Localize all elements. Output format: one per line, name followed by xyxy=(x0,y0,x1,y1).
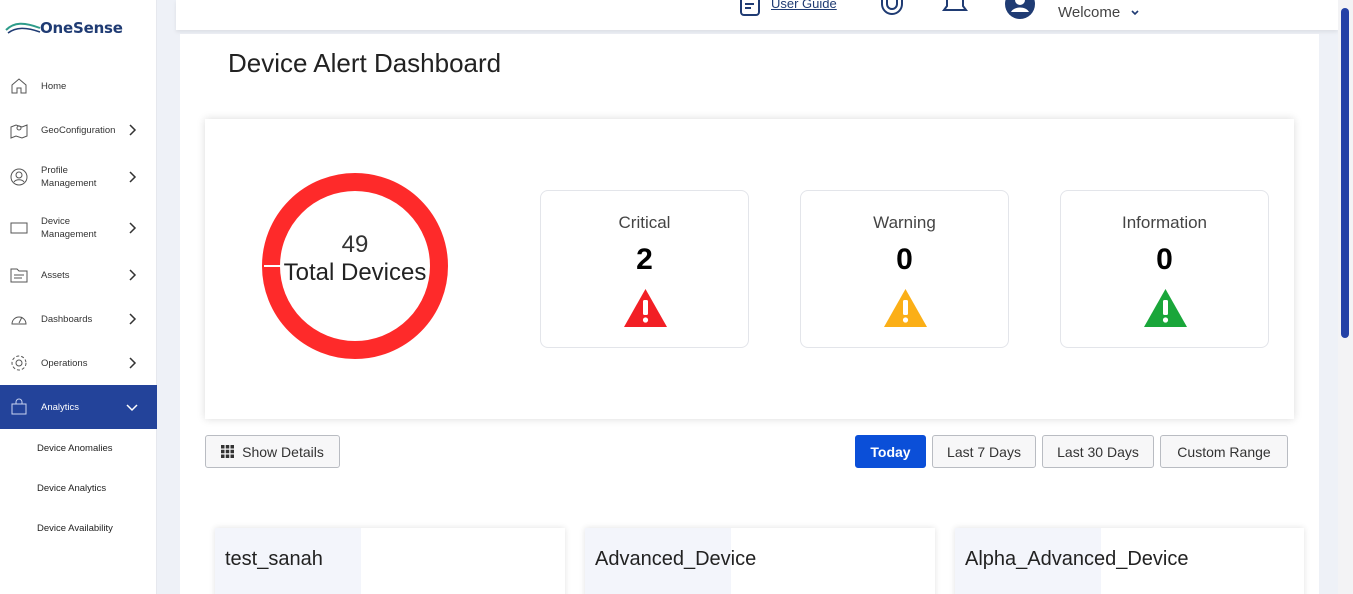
card-title: Critical xyxy=(618,213,671,232)
range-custom-button[interactable]: Custom Range xyxy=(1160,435,1288,468)
total-devices-label: Total Devices xyxy=(283,259,427,286)
sidebar-item-device-management[interactable]: Device Management xyxy=(0,206,157,250)
device-name: test_sanah xyxy=(225,548,323,570)
sidebar-subitem-device-anomalies[interactable]: Device Anomalies xyxy=(37,443,113,454)
sidebar-item-profile-management[interactable]: Profile Management xyxy=(0,155,157,199)
map-icon xyxy=(10,121,28,139)
device-name: Alpha_Advanced_Device xyxy=(965,548,1189,570)
sidebar-item-analytics[interactable]: Analytics xyxy=(0,385,157,429)
sidebar-item-dashboards[interactable]: Dashboards xyxy=(0,297,157,341)
user-menu[interactable]: Welcome xyxy=(1058,4,1140,21)
sidebar-item-label: Dashboards xyxy=(41,313,93,325)
sidebar: OneSense Home GeoConfiguration Profile M… xyxy=(0,0,157,594)
home-icon xyxy=(10,77,28,95)
sidebar-item-label: Assets xyxy=(41,269,70,281)
device-card[interactable]: Advanced_Device xyxy=(585,528,935,594)
show-details-label: Show Details xyxy=(242,443,324,460)
brand-logo[interactable]: OneSense xyxy=(4,12,154,44)
device-card[interactable]: test_sanah xyxy=(215,528,565,594)
chevron-right-icon xyxy=(129,171,137,183)
card-title: Information xyxy=(1121,213,1208,232)
chevron-right-icon xyxy=(129,269,137,281)
warning-triangle-icon xyxy=(884,289,927,327)
range-last-7-days-button[interactable]: Last 7 Days xyxy=(932,435,1036,468)
sidebar-item-home[interactable]: Home xyxy=(0,64,157,108)
sidebar-item-geoconfiguration[interactable]: GeoConfiguration xyxy=(0,108,157,152)
assets-icon xyxy=(10,266,28,284)
user-guide-link-group[interactable]: User Guide xyxy=(739,0,837,16)
sidebar-item-label: Device Management xyxy=(41,216,97,240)
gear-icon xyxy=(10,354,28,372)
user-guide-link[interactable]: User Guide xyxy=(771,0,837,11)
user-circle-icon xyxy=(10,168,28,186)
chevron-right-icon xyxy=(129,313,137,325)
information-alert-card[interactable]: Information 0 xyxy=(1060,190,1269,348)
main-content: Device Alert Dashboard 49 Total Devices … xyxy=(180,34,1319,594)
brand-name: OneSense xyxy=(40,19,123,37)
avatar-icon[interactable] xyxy=(1004,0,1036,20)
card-value: 2 xyxy=(636,243,653,276)
critical-warning-triangle-icon xyxy=(624,289,667,327)
bell-icon[interactable] xyxy=(941,0,969,16)
sidebar-item-operations[interactable]: Operations xyxy=(0,341,157,385)
gauge-icon xyxy=(10,310,28,328)
sidebar-subitem-device-availability[interactable]: Device Availability xyxy=(37,523,113,534)
critical-alert-card[interactable]: Critical 2 xyxy=(540,190,749,348)
grid-icon xyxy=(221,445,235,458)
page-scrollbar-thumb[interactable] xyxy=(1341,8,1349,338)
waves-logo-icon xyxy=(5,22,41,34)
show-details-button[interactable]: Show Details xyxy=(205,435,340,468)
alert-summary-panel: 49 Total Devices Critical 2 Warning 0 In… xyxy=(205,119,1294,419)
sidebar-item-assets[interactable]: Assets xyxy=(0,253,157,297)
top-header: User Guide Welcome xyxy=(176,0,1338,30)
chevron-down-icon xyxy=(126,404,138,412)
monitor-icon xyxy=(10,219,28,237)
card-value: 0 xyxy=(896,243,913,276)
device-card[interactable]: Alpha_Advanced_Device xyxy=(955,528,1304,594)
information-triangle-icon xyxy=(1144,289,1187,327)
page-title: Device Alert Dashboard xyxy=(228,48,502,78)
warning-alert-card[interactable]: Warning 0 xyxy=(800,190,1009,348)
sidebar-item-label: Home xyxy=(41,80,67,92)
chevron-down-icon xyxy=(1131,10,1139,16)
sidebar-subitem-device-analytics[interactable]: Device Analytics xyxy=(37,483,106,494)
card-title: Warning xyxy=(873,213,936,232)
fingerprint-icon[interactable] xyxy=(876,0,908,16)
card-value: 0 xyxy=(1156,243,1173,276)
sidebar-item-label: Profile Management xyxy=(41,165,97,189)
chevron-right-icon xyxy=(129,124,137,136)
range-today-button[interactable]: Today xyxy=(855,435,926,468)
document-icon xyxy=(740,0,760,16)
chevron-right-icon xyxy=(129,357,137,369)
range-last-30-days-button[interactable]: Last 30 Days xyxy=(1042,435,1154,468)
sidebar-item-label: Operations xyxy=(41,357,88,369)
sidebar-item-label: GeoConfiguration xyxy=(41,124,116,136)
device-name: Advanced_Device xyxy=(595,548,757,570)
sidebar-item-label: Analytics xyxy=(41,401,80,413)
chevron-right-icon xyxy=(129,222,137,234)
total-devices-count: 49 xyxy=(341,231,369,258)
welcome-label: Welcome xyxy=(1058,4,1121,21)
bag-icon xyxy=(10,398,28,416)
